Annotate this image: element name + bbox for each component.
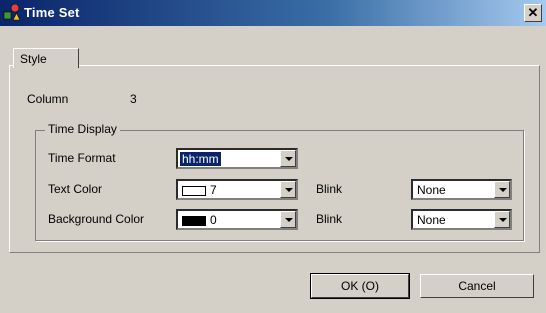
background-color-value: 0 <box>210 213 217 227</box>
chevron-down-icon[interactable] <box>280 211 296 228</box>
chevron-down-icon[interactable] <box>494 211 510 228</box>
time-format-label: Time Format <box>48 151 116 165</box>
tab-style[interactable]: Style <box>13 48 79 68</box>
background-color-label: Background Color <box>48 212 145 226</box>
cancel-button[interactable]: Cancel <box>420 274 534 298</box>
chevron-down-icon[interactable] <box>280 181 296 198</box>
time-display-title: Time Display <box>45 122 120 136</box>
window-title: Time Set <box>24 5 80 20</box>
text-color-swatch <box>182 185 206 196</box>
text-color-label: Text Color <box>48 182 103 196</box>
text-blink-dropdown[interactable]: None <box>411 179 512 200</box>
tab-style-label: Style <box>20 52 47 66</box>
close-button[interactable]: ✕ <box>524 4 542 22</box>
ok-button[interactable]: OK (O) <box>310 273 410 299</box>
title-bar: Time Set ✕ <box>0 0 546 26</box>
text-color-dropdown[interactable]: 7 <box>176 179 298 200</box>
column-value: 3 <box>130 92 137 106</box>
background-blink-label: Blink <box>316 212 343 226</box>
text-blink-label: Blink <box>316 182 343 196</box>
time-format-dropdown[interactable]: hh:mm <box>176 148 298 169</box>
background-blink-value: None <box>417 213 446 227</box>
background-blink-dropdown[interactable]: None <box>411 209 512 230</box>
text-color-value: 7 <box>210 183 217 197</box>
text-blink-value: None <box>417 183 446 197</box>
chevron-down-icon[interactable] <box>494 181 510 198</box>
column-label: Column <box>27 92 69 106</box>
time-format-value: hh:mm <box>180 152 221 166</box>
background-color-swatch <box>182 215 206 226</box>
chevron-down-icon[interactable] <box>280 150 296 167</box>
background-color-dropdown[interactable]: 0 <box>176 209 298 230</box>
palette-icon <box>3 3 21 21</box>
close-icon: ✕ <box>527 5 539 20</box>
